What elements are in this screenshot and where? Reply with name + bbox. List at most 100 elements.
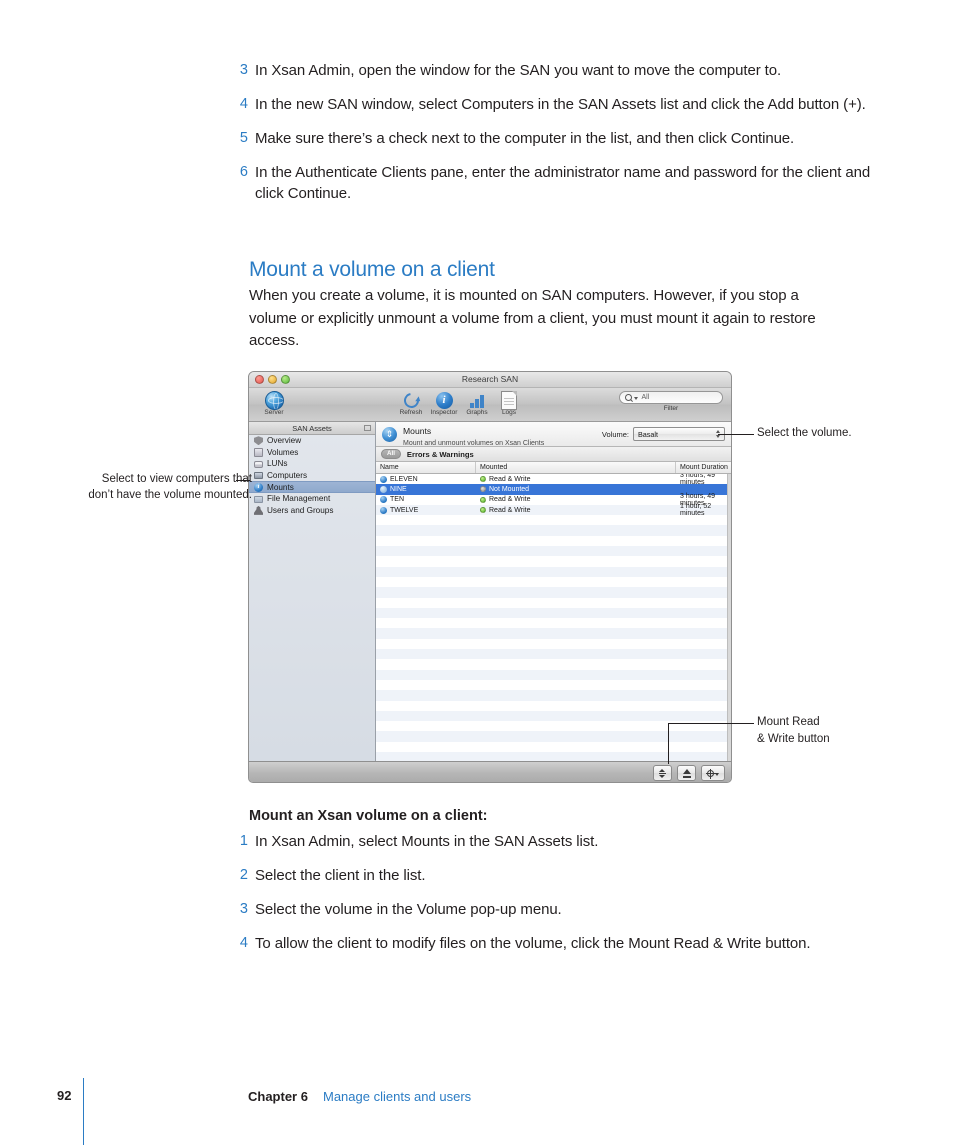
callout-mount-button-line2: & Write button — [757, 733, 830, 745]
table-row-empty — [376, 535, 731, 547]
cell-mounted: Read & Write — [476, 507, 676, 514]
volume-popup-value: Basalt — [638, 429, 658, 439]
sidebar-item-label: Computers — [267, 471, 308, 481]
status-dot-icon — [480, 507, 486, 514]
list-item: 4 In the new SAN window, select Computer… — [228, 94, 878, 115]
callout-select-volume: Select the volume. — [757, 427, 852, 439]
toolbar-item-server[interactable]: Server — [251, 390, 297, 417]
table-row-empty — [376, 525, 731, 536]
toolbar-item-logs[interactable]: Logs — [486, 390, 532, 417]
status-dot-icon — [480, 496, 486, 503]
step-text: In Xsan Admin, select Mounts in the SAN … — [255, 833, 599, 850]
table-row-empty — [376, 700, 731, 711]
row-name-label: ELEVEN — [390, 475, 418, 483]
list-item: 2 Select the client in the list. — [228, 865, 878, 886]
cell-duration: 3 hours, 49 minutes — [680, 474, 716, 487]
zoom-icon[interactable] — [281, 375, 290, 384]
sidebar-item-luns[interactable]: LUNs — [249, 458, 375, 470]
cell-mounted: Not Mounted — [476, 486, 676, 493]
document-page: 3 In Xsan Admin, open the window for the… — [0, 0, 954, 1145]
cell-duration: 1 hour, 52 minutes — [680, 503, 712, 518]
step-number: 3 — [239, 901, 248, 917]
row-mounted-label: Read & Write — [489, 475, 531, 483]
table-header-row: Name Mounted Mount Duration — [376, 462, 731, 474]
row-mounted-label: Read & Write — [489, 496, 531, 504]
table-row-empty — [376, 752, 731, 761]
search-input[interactable]: All — [619, 391, 723, 404]
mounts-pane: ⇕ Mounts Mount and unmount volumes on Xs… — [376, 422, 731, 761]
sidebar-item-file-management[interactable]: File Management — [249, 493, 375, 505]
table-row-empty — [376, 649, 731, 660]
step-text: In the Authenticate Clients pane, enter … — [255, 164, 871, 202]
table-row-empty — [376, 710, 731, 722]
table-row[interactable]: ELEVEN Read & Write 3 hours, 49 minutes — [376, 474, 731, 487]
step-text: To allow the client to modify files on t… — [255, 935, 811, 952]
table-row[interactable]: TWELVE Read & Write 1 hour, 52 minutes — [376, 503, 731, 518]
mounts-icon: i — [254, 482, 263, 492]
callout-leader-line — [668, 723, 754, 724]
table-row-empty — [376, 741, 731, 753]
table-row-empty — [376, 659, 731, 670]
sidebar-item-label: File Management — [267, 494, 331, 504]
top-step-list: 3 In Xsan Admin, open the window for the… — [228, 60, 878, 217]
section-body-text: When you create a volume, it is mounted … — [249, 287, 816, 349]
row-name-label: TWELVE — [390, 506, 419, 514]
sidebar-item-overview[interactable]: Overview — [249, 435, 375, 447]
list-item: 1 In Xsan Admin, select Mounts in the SA… — [228, 831, 878, 852]
page-number: 92 — [57, 1088, 72, 1103]
table-row-empty — [376, 679, 731, 691]
pane-title-block: Mounts Mount and unmount volumes on Xsan… — [403, 421, 544, 447]
column-header-duration[interactable]: Mount Duration — [676, 462, 731, 473]
folder-icon — [254, 495, 263, 503]
document-icon — [486, 390, 532, 410]
list-item: 3 In Xsan Admin, open the window for the… — [228, 60, 878, 81]
resize-grip-icon[interactable] — [364, 425, 371, 431]
volume-icon — [254, 447, 263, 457]
pane-header: ⇕ Mounts Mount and unmount volumes on Xs… — [376, 422, 731, 447]
step-number: 5 — [239, 130, 248, 146]
all-filter-badge[interactable]: All — [381, 448, 401, 460]
step-text: Select the client in the list. — [255, 867, 426, 884]
sidebar-item-computers[interactable]: Computers — [249, 470, 375, 482]
action-gear-button[interactable] — [701, 765, 725, 781]
vertical-scrollbar[interactable] — [727, 474, 731, 761]
mount-read-write-button[interactable] — [653, 765, 672, 781]
sidebar-header: SAN Assets — [249, 422, 375, 435]
volume-popup-button[interactable]: Basalt — [633, 427, 725, 441]
client-icon — [380, 506, 387, 514]
sidebar-item-volumes[interactable]: Volumes — [249, 447, 375, 459]
cell-mounted: Read & Write — [476, 476, 676, 483]
sidebar-item-users-and-groups[interactable]: Users and Groups — [249, 505, 375, 517]
unmount-eject-button[interactable] — [677, 765, 696, 781]
filter-search[interactable]: All Filter — [619, 391, 723, 412]
window-toolbar: Server Refresh i Inspector Graphs Logs A… — [249, 388, 731, 422]
computer-icon — [254, 471, 263, 480]
sidebar-item-mounts[interactable]: i Mounts — [249, 481, 375, 493]
close-icon[interactable] — [255, 375, 264, 384]
lun-icon — [254, 460, 263, 468]
column-header-mounted[interactable]: Mounted — [476, 462, 676, 473]
table-row-empty — [376, 566, 731, 577]
status-dot-icon — [480, 476, 486, 483]
row-name-label: NINE — [390, 485, 407, 493]
minimize-icon[interactable] — [268, 375, 277, 384]
row-mounted-label: Read & Write — [489, 506, 531, 514]
row-mounted-label: Not Mounted — [489, 485, 530, 493]
cell-mounted: Read & Write — [476, 496, 676, 503]
step-number: 2 — [239, 867, 248, 883]
window-controls[interactable] — [255, 375, 290, 384]
cell-name: ELEVEN — [376, 475, 476, 483]
volume-selector[interactable]: Volume: Basalt — [602, 427, 725, 441]
sidebar-item-label: Overview — [267, 436, 302, 446]
callout-leader-line — [668, 723, 669, 764]
mount-arrows-icon — [659, 768, 666, 778]
sidebar-item-label: LUNs — [267, 459, 288, 469]
eject-icon — [682, 768, 691, 778]
toolbar-label: Server — [264, 409, 284, 416]
chevron-down-icon[interactable] — [633, 396, 638, 400]
mounts-icon: ⇕ — [382, 426, 397, 442]
column-header-name[interactable]: Name — [376, 462, 476, 473]
table-row-empty — [376, 546, 731, 557]
table-row-empty — [376, 556, 731, 567]
table-row-empty — [376, 669, 731, 680]
